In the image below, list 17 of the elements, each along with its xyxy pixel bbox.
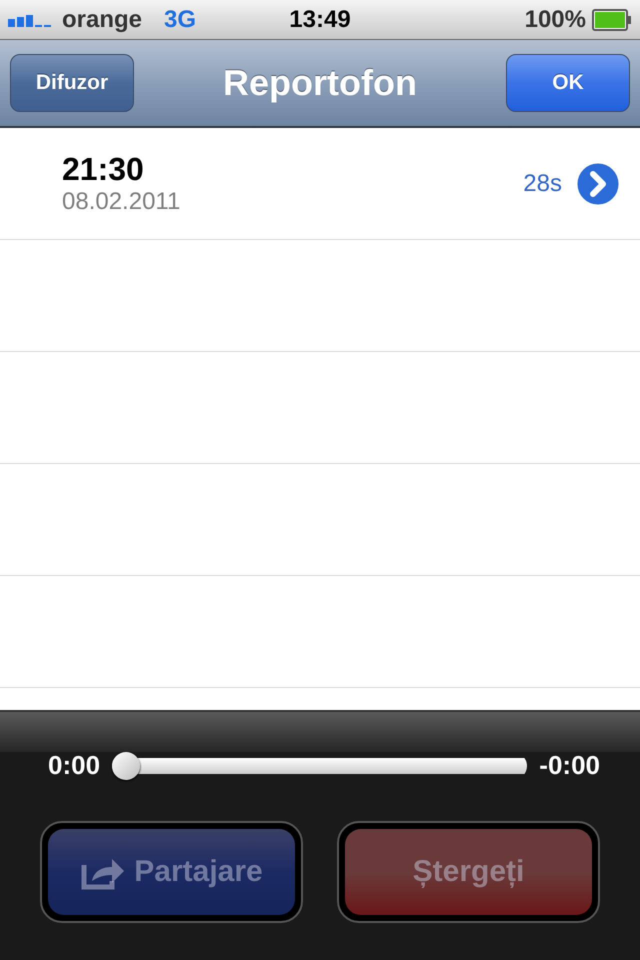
recording-duration: 28s <box>523 170 562 198</box>
battery-icon <box>592 8 632 30</box>
carrier-name: orange <box>62 6 142 34</box>
speaker-button[interactable]: Difuzor <box>10 54 134 112</box>
recording-time: 21:30 <box>62 151 145 188</box>
recording-date: 08.02.2011 <box>62 188 182 216</box>
network-type: 3G <box>164 6 196 34</box>
clock: 13:49 <box>288 6 352 34</box>
elapsed-time: 0:00 <box>48 750 100 781</box>
playback-slider[interactable] <box>112 752 528 780</box>
ok-button[interactable]: OK <box>506 54 630 112</box>
slider-thumb[interactable] <box>112 752 140 780</box>
remaining-time: -0:00 <box>539 750 600 781</box>
screen-title: Reportofon <box>223 62 417 104</box>
signal-icon <box>8 12 54 26</box>
battery-percent: 100% <box>524 6 586 34</box>
recording-row[interactable]: 21:30 08.02.2011 28s <box>0 128 640 240</box>
